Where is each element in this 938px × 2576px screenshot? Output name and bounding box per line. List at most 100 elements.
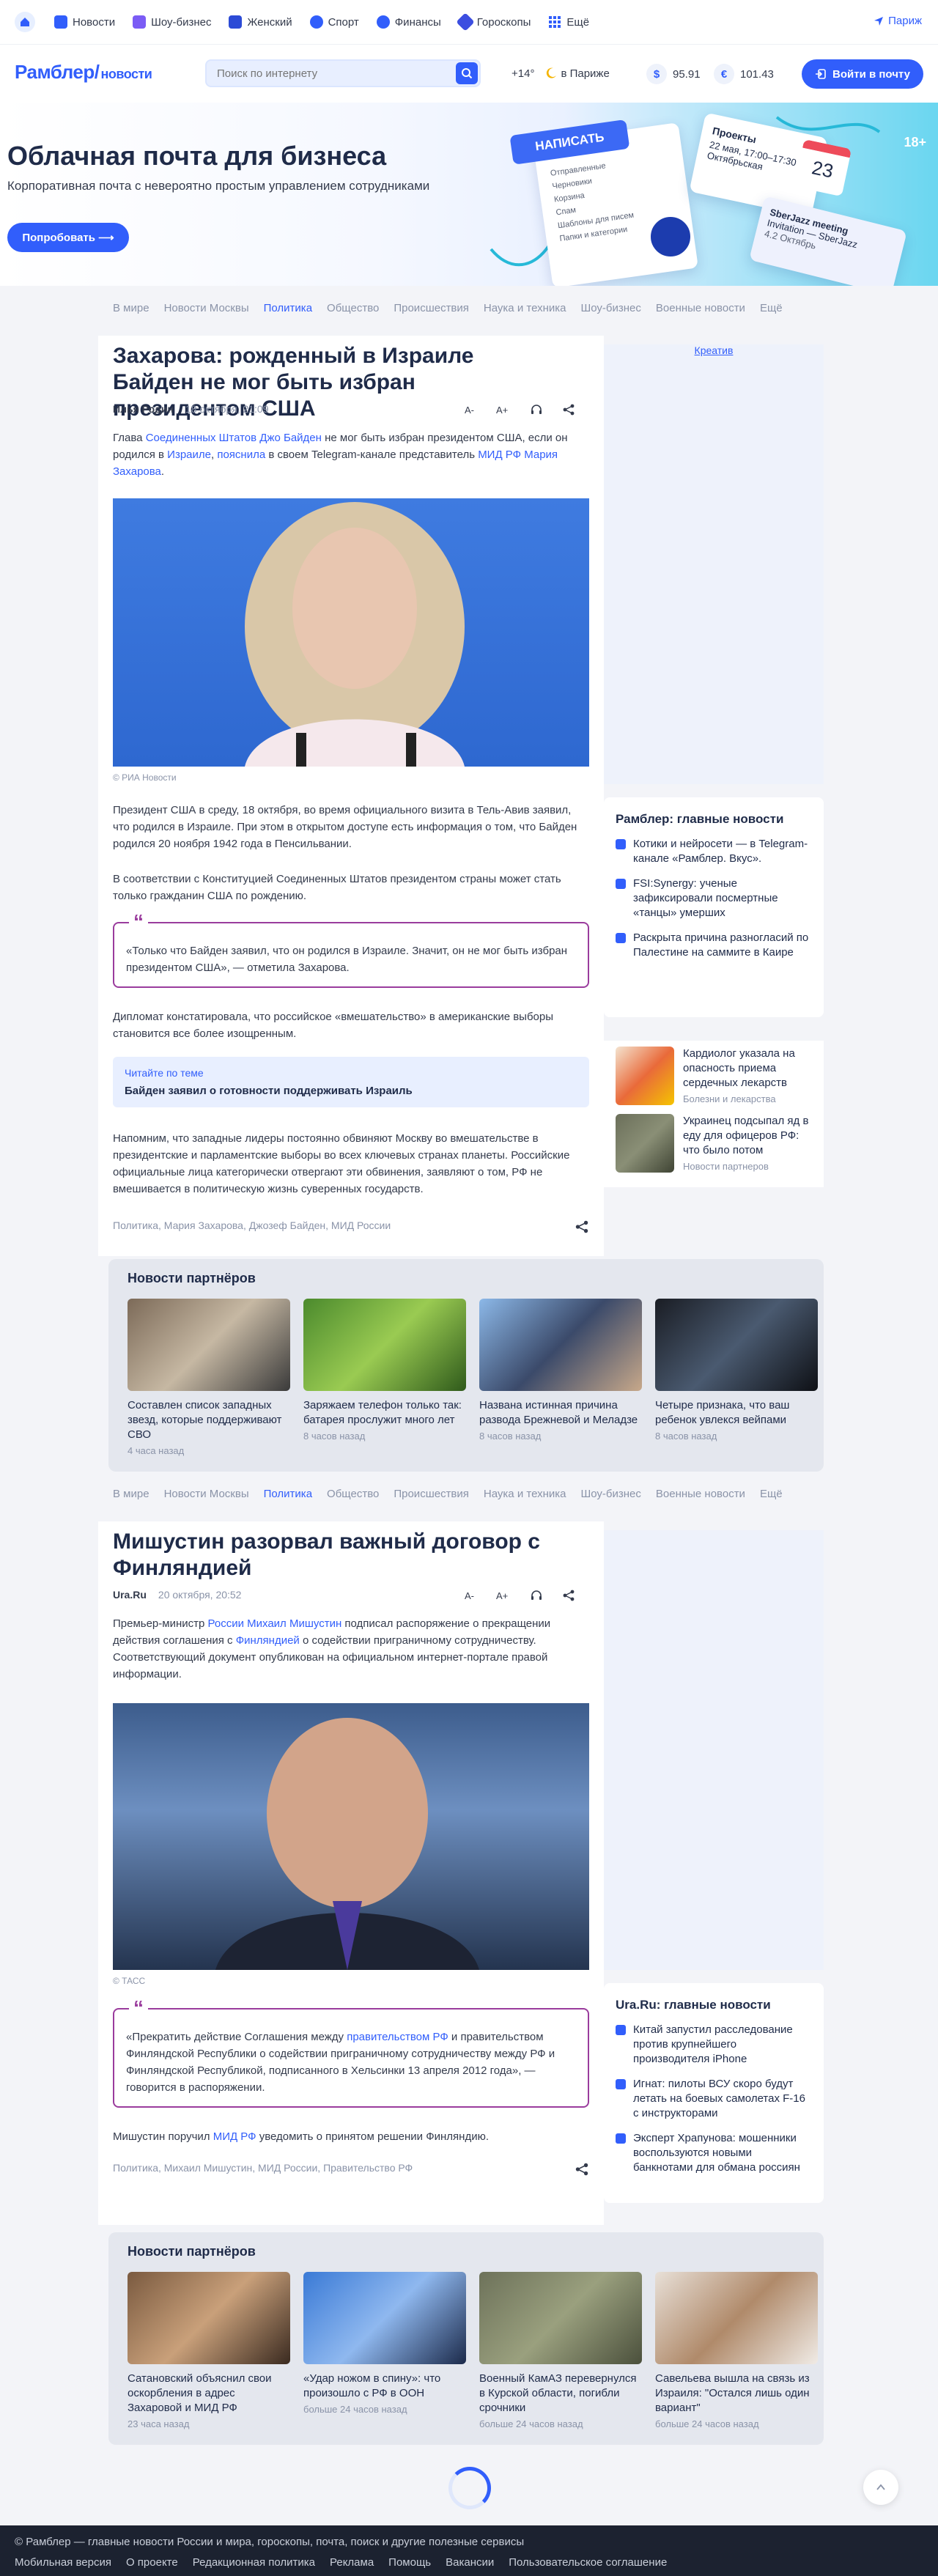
nav-item-science[interactable]: Наука и техника — [484, 1488, 566, 1500]
article-author[interactable]: Илья Родин — [113, 403, 174, 415]
partner-card[interactable]: Четыре признака, что ваш ребенок увлекся… — [655, 1299, 818, 1442]
nav-item-society[interactable]: Общество — [327, 1488, 379, 1500]
lead-link-mishustin[interactable]: России Михаил Мишустин — [208, 1617, 342, 1630]
partner-card[interactable]: Названа истинная причина развода Брежнев… — [479, 1299, 642, 1442]
topbar-item-finance[interactable]: Финансы — [376, 15, 441, 29]
teaser-item[interactable]: Кардиолог указала на опасность приема се… — [616, 1047, 812, 1105]
nav-item-military[interactable]: Военные новости — [656, 1488, 745, 1500]
read-more-block[interactable]: Читайте по теме Байден заявил о готовнос… — [113, 1057, 589, 1107]
sidebar-top-news: Рамблер: главные новости Котики и нейрос… — [604, 797, 824, 1017]
nav-item-world[interactable]: В мире — [113, 302, 149, 314]
ad-banner[interactable]: Облачная почта для бизнеса Корпоративная… — [0, 103, 938, 286]
paragraph-link-mfa[interactable]: МИД РФ — [213, 2130, 256, 2143]
article-paragraph: Президент США в среду, 18 октября, во вр… — [113, 804, 577, 850]
weather-widget[interactable]: +14° в Париже — [512, 67, 610, 80]
eur-rate[interactable]: €101.43 — [714, 62, 774, 86]
footer-link-agreement[interactable]: Пользовательское соглашение — [509, 2556, 667, 2569]
sidebar-news-item[interactable]: Эксперт Храпунова: мошенники воспользуют… — [616, 2131, 812, 2175]
footer-link-mobile[interactable]: Мобильная версия — [15, 2556, 111, 2569]
font-decrease-button[interactable]: A- — [465, 1590, 474, 1601]
search-button[interactable] — [456, 62, 478, 84]
lead-link-israel[interactable]: Израиле — [167, 449, 211, 461]
share-icon[interactable] — [575, 1219, 589, 1234]
bullet-icon — [616, 2133, 626, 2144]
topbar-item-news[interactable]: Новости — [54, 15, 115, 29]
headphones-icon[interactable] — [530, 403, 543, 416]
sidebar-news-item[interactable]: Раскрыта причина разногласий по Палестин… — [616, 931, 812, 960]
article-tools: A- A+ — [443, 403, 575, 416]
share-icon[interactable] — [562, 403, 575, 416]
nav-item-more[interactable]: Ещё — [760, 302, 783, 314]
nav-item-incidents[interactable]: Происшествия — [394, 302, 469, 314]
rambler-logo[interactable]: Рамблер/новости — [15, 61, 152, 84]
footer-link-about[interactable]: О проекте — [126, 2556, 178, 2569]
home-icon[interactable] — [15, 12, 35, 32]
partner-card[interactable]: Заряжаем телефон только так: батарея про… — [303, 1299, 466, 1442]
nav-item-moscow[interactable]: Новости Москвы — [164, 1488, 249, 1500]
partners-title: Новости партнёров — [128, 2244, 256, 2259]
nav-item-showbiz[interactable]: Шоу-бизнес — [580, 302, 640, 314]
sidebar-news-item[interactable]: Китай запустил расследование против круп… — [616, 2023, 812, 2067]
partner-card[interactable]: Сатановский объяснил свои оскорбления в … — [128, 2272, 290, 2429]
font-decrease-button[interactable]: A- — [465, 405, 474, 416]
nav-item-politics[interactable]: Политика — [264, 302, 312, 314]
partner-image — [303, 2272, 466, 2364]
topbar-item-women[interactable]: Женский — [229, 15, 292, 29]
topbar-item-showbiz[interactable]: Шоу-бизнес — [133, 15, 211, 29]
search-input[interactable] — [207, 61, 441, 86]
footer-link-ads[interactable]: Реклама — [330, 2556, 374, 2569]
nav-item-politics[interactable]: Политика — [264, 1488, 312, 1500]
nav-item-incidents[interactable]: Происшествия — [394, 1488, 469, 1500]
partners-news: Новости партнёров Составлен список запад… — [108, 1259, 824, 1472]
partner-card[interactable]: Составлен список западных звезд, которые… — [128, 1299, 290, 1456]
sidebar-news-item[interactable]: Игнат: пилоты ВСУ скоро будут летать на … — [616, 2077, 812, 2121]
footer-link-editorial[interactable]: Редакционная политика — [193, 2556, 315, 2569]
quote-link-government[interactable]: правительством РФ — [347, 2031, 448, 2043]
partner-card[interactable]: «Удар ножом в спину»: что произошло с РФ… — [303, 2272, 466, 2415]
region-selector[interactable]: Париж — [874, 15, 922, 27]
lead-link-finland[interactable]: Финляндией — [236, 1634, 300, 1647]
share-icon[interactable] — [575, 2162, 589, 2177]
banner-try-button[interactable]: Попробовать ⟶ — [7, 223, 129, 252]
login-mail-button[interactable]: Войти в почту — [802, 59, 923, 89]
usd-rate[interactable]: $95.91 — [646, 62, 701, 86]
bullet-icon — [616, 2025, 626, 2035]
read-more-title[interactable]: Байден заявил о готовности поддерживать … — [125, 1085, 577, 1097]
sidebar-ad[interactable] — [604, 1530, 824, 1970]
footer-links: Мобильная версия О проекте Редакционная … — [15, 2556, 682, 2569]
article-tags[interactable]: Политика, Михаил Мишустин, МИД России, П… — [113, 2162, 413, 2174]
share-icon[interactable] — [562, 1589, 575, 1602]
partner-card[interactable]: Савельева вышла на связь из Израиля: "Ос… — [655, 2272, 818, 2429]
topbar-item-horoscopes[interactable]: Гороскопы — [456, 12, 531, 32]
loading-spinner — [448, 2467, 491, 2509]
sidebar-ad[interactable]: Креатив — [604, 344, 824, 784]
teaser-item[interactable]: Украинец подсыпал яд в еду для офицеров … — [616, 1114, 812, 1173]
sport-icon — [309, 15, 323, 29]
partner-card[interactable]: Военный КамАЗ перевернулся в Курской обл… — [479, 2272, 642, 2429]
footer-link-help[interactable]: Помощь — [388, 2556, 431, 2569]
sidebar-news-item[interactable]: FSI:Synergy: ученые зафиксировали посмер… — [616, 876, 812, 920]
topbar-item-sport[interactable]: Спорт — [309, 15, 359, 29]
article-author[interactable]: Ura.Ru — [113, 1589, 147, 1601]
font-increase-button[interactable]: A+ — [496, 405, 508, 416]
nav-item-showbiz[interactable]: Шоу-бизнес — [580, 1488, 640, 1500]
topbar-item-more[interactable]: Ещё — [548, 15, 589, 29]
lead-link-usa[interactable]: Соединенных Штатов Джо Байден — [146, 432, 322, 444]
scroll-up-button[interactable] — [863, 2470, 898, 2505]
nav-item-science[interactable]: Наука и техника — [484, 302, 566, 314]
avatar — [648, 214, 693, 259]
sidebar-news-item[interactable]: Котики и нейросети — в Telegram-канале «… — [616, 837, 812, 866]
nav-item-more[interactable]: Ещё — [760, 1488, 783, 1500]
nav-item-military[interactable]: Военные новости — [656, 302, 745, 314]
article-tags[interactable]: Политика, Мария Захарова, Джозеф Байден,… — [113, 1219, 391, 1231]
article-title: Мишустин разорвал важный договор с Финля… — [113, 1529, 540, 1580]
headphones-icon[interactable] — [530, 1589, 543, 1602]
font-increase-button[interactable]: A+ — [496, 1590, 508, 1601]
lead-link-explained[interactable]: пояснила — [217, 449, 265, 461]
login-icon — [816, 69, 826, 79]
nav-item-society[interactable]: Общество — [327, 302, 379, 314]
nav-item-moscow[interactable]: Новости Москвы — [164, 302, 249, 314]
ad-link[interactable]: Креатив — [604, 344, 824, 356]
nav-item-world[interactable]: В мире — [113, 1488, 149, 1500]
footer-link-jobs[interactable]: Вакансии — [446, 2556, 494, 2569]
